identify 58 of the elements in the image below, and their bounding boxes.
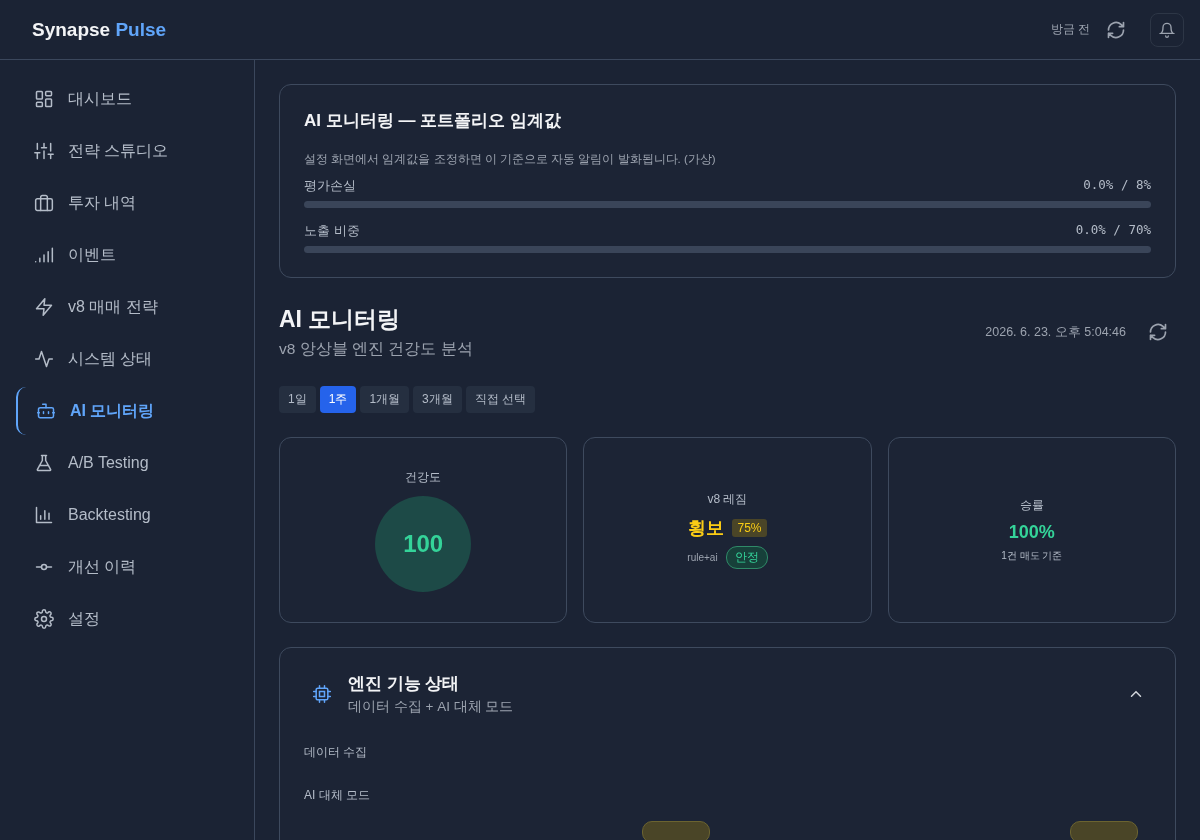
card-description: 설정 화면에서 임계값을 조정하면 이 기준으로 자동 알림이 발화됩니다. (가상): [304, 152, 717, 167]
sidebar-item[interactable]: 대시보드: [16, 75, 238, 123]
card-title: AI 모니터링 — 포트폴리오 임계값: [304, 110, 562, 132]
refresh-icon: [1106, 19, 1126, 40]
sidebar-item[interactable]: 투자 내역: [16, 179, 238, 227]
range-tab[interactable]: 1주: [319, 386, 357, 413]
range-tab[interactable]: 1일: [279, 386, 316, 413]
page-subtitle: v8 앙상블 엔진 건강도 분석: [279, 339, 473, 359]
confidence-badge: 75%: [732, 519, 767, 537]
sliders-icon: [34, 141, 54, 161]
stat-note: 1건 매도 기준: [1001, 549, 1063, 563]
signal-bars-icon: [34, 245, 54, 265]
sidebar-item[interactable]: A/B Testing: [16, 439, 238, 487]
stat-label: 승률: [1019, 497, 1044, 514]
sidebar-item[interactable]: 이벤트: [16, 231, 238, 279]
app-logo: Synapse Pulse: [32, 18, 167, 41]
status-pill: [642, 821, 710, 840]
refresh-icon: [1148, 322, 1168, 342]
sidebar-item[interactable]: v8 매매 전략: [16, 283, 238, 331]
regime-value: 횡보: [688, 517, 725, 540]
status-pill: [1070, 821, 1138, 840]
sidebar-item[interactable]: 시스템 상태: [16, 335, 238, 383]
meter-label: 노출 비중: [304, 222, 360, 240]
panel-title: 엔진 기능 상태: [348, 673, 461, 695]
sidebar-item[interactable]: Backtesting: [16, 491, 238, 539]
flask-icon: [34, 453, 54, 473]
bar-chart-icon: [34, 505, 54, 525]
range-tab[interactable]: 1개월: [360, 386, 410, 413]
feature-label: AI 대체 모드: [304, 787, 371, 804]
briefcase-icon: [34, 193, 54, 213]
lightning-icon: [34, 297, 54, 317]
meter-label: 평가손실: [304, 177, 356, 195]
meter-reading: 0.0% / 70%: [1075, 222, 1151, 239]
notifications-button[interactable]: [1150, 12, 1184, 47]
feature-label: 데이터 수집: [304, 744, 369, 761]
stat-label: 건강도: [405, 468, 442, 486]
sidebar-item[interactable]: 전략 스튜디오: [16, 127, 238, 175]
bell-icon: [1159, 21, 1175, 38]
stat-label: v8 레짐: [707, 491, 748, 508]
range-tab[interactable]: 3개월: [413, 386, 462, 413]
status-badge: 안정: [725, 546, 768, 569]
robot-icon: [36, 401, 56, 421]
grid-icon: [34, 89, 54, 109]
pulse-line-icon: [34, 349, 54, 369]
health-score: 100: [375, 495, 472, 592]
chip-icon: [312, 684, 332, 704]
timestamp: 2026. 6. 23. 오후 5:04:46: [985, 323, 1126, 341]
gear-icon: [34, 609, 54, 629]
win-rate-value: 100%: [1008, 522, 1055, 543]
page-title: AI 모니터링: [279, 305, 402, 334]
mode-label: rule+ai: [687, 552, 718, 563]
range-tab[interactable]: 직접 선택: [465, 386, 536, 413]
sidebar-item[interactable]: 개선 이력: [16, 543, 238, 591]
last-updated: 방금 전: [1050, 21, 1090, 38]
meter-reading: 0.0% / 8%: [1083, 177, 1151, 194]
panel-subtitle: 데이터 수집 + AI 대체 모드: [348, 698, 514, 716]
sidebar-item[interactable]: AI 모니터링: [16, 387, 238, 435]
sidebar-item[interactable]: 설정: [16, 595, 238, 643]
